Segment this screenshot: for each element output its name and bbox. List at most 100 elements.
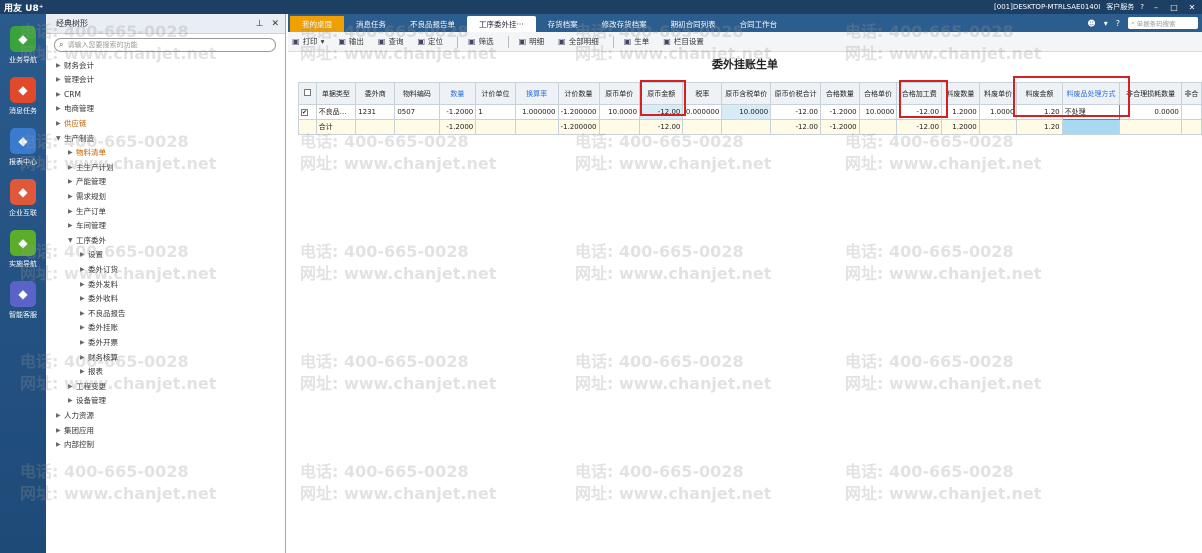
toolbar-button[interactable]: ▣ 打印 ▾ <box>292 36 324 47</box>
tree-node[interactable]: ▶ 设备管理 <box>68 394 106 408</box>
toolbar-button[interactable]: ▣ 生单 <box>624 36 650 47</box>
chevron-right-icon[interactable]: ▶ <box>80 368 88 375</box>
chevron-right-icon[interactable]: ▶ <box>80 251 88 258</box>
help-icon[interactable]: ? <box>1140 3 1144 11</box>
tree-node[interactable]: ▶ 委外订货 <box>80 262 118 276</box>
chevron-right-icon[interactable]: ▶ <box>68 208 76 215</box>
toolbar-button[interactable]: ▣ 明细 <box>519 36 545 47</box>
nav-item[interactable]: ◆ 报表中心 <box>0 124 46 174</box>
chevron-right-icon[interactable]: ▶ <box>56 412 64 419</box>
tree-node[interactable]: ▶ 生产订单 <box>68 204 106 218</box>
toolbar-button[interactable]: ▣ 定位 <box>417 36 443 47</box>
chevron-right-icon[interactable]: ▶ <box>80 295 88 302</box>
chevron-right-icon[interactable]: ▶ <box>80 339 88 346</box>
nav-item[interactable]: ◆ 消息任务 <box>0 73 46 123</box>
tree-node[interactable]: ▶ 管理会计 <box>56 73 94 87</box>
tree-node[interactable]: ▶ 委外收料 <box>80 292 118 306</box>
chevron-right-icon[interactable]: ▶ <box>68 164 76 171</box>
chevron-right-icon[interactable]: ▶ <box>80 310 88 317</box>
chevron-right-icon[interactable]: ▶ <box>68 397 76 404</box>
tree-node[interactable]: ▼ 工序委外 <box>68 233 106 247</box>
toolbar-button[interactable]: ▣ 查询 <box>378 36 404 47</box>
summary-cell <box>298 119 317 135</box>
tree-node[interactable]: ▶ 需求规划 <box>68 189 106 203</box>
tree-node[interactable]: ▶ 人力资源 <box>56 408 94 422</box>
tree-node[interactable]: ▶ 主生产计划 <box>68 160 114 174</box>
user-icon[interactable]: ☻ <box>1087 19 1095 28</box>
pin-icon[interactable]: ⊥ <box>256 19 264 29</box>
nav-item[interactable]: ◆ 实施导航 <box>0 226 46 276</box>
chevron-right-icon[interactable]: ▶ <box>80 281 88 288</box>
tree-node[interactable]: ▶ 内部控制 <box>56 438 94 452</box>
chevron-right-icon[interactable]: ▶ <box>80 266 88 273</box>
minimize-icon[interactable]: – <box>1150 3 1162 12</box>
row-checkbox[interactable]: ✔ <box>298 104 317 120</box>
customer-service-link[interactable]: 客户服务 <box>1106 2 1134 12</box>
checked-checkbox[interactable]: ✔ <box>301 109 308 116</box>
chevron-right-icon[interactable]: ▶ <box>56 427 64 434</box>
select-all-checkbox[interactable] <box>298 82 317 105</box>
maximize-icon[interactable]: □ <box>1168 3 1180 12</box>
help-icon[interactable]: ? <box>1116 19 1120 28</box>
chevron-down-icon[interactable]: ▾ <box>321 37 325 46</box>
tree-node[interactable]: ▶ 财务会计 <box>56 58 94 72</box>
toolbar-button[interactable]: ▣ 输出 <box>338 36 364 47</box>
tab[interactable]: 工序委外挂··· <box>467 16 536 32</box>
table-row[interactable]: ✔ 不良品… 1231 0507 -1.2000 1 1.000000 -1.200000 10… <box>298 104 1202 120</box>
nav-item[interactable]: ◆ 企业互联 <box>0 175 46 225</box>
tab[interactable]: 不良品报告单 <box>398 16 467 32</box>
doc-search-input[interactable]: ⌕ 单据条码搜索 <box>1128 17 1198 29</box>
chevron-down-icon[interactable]: ▼ <box>56 135 64 142</box>
tree-node[interactable]: ▶ 供应链 <box>56 116 87 130</box>
tab[interactable]: 消息任务 <box>344 16 398 32</box>
tree-node[interactable]: ▶ 物料清单 <box>68 146 106 160</box>
tree-node[interactable]: ▶ 工程变更 <box>68 379 106 393</box>
table-cell: 1.000000 <box>514 104 559 120</box>
tree-node-label: 财务核算 <box>88 352 118 362</box>
chevron-right-icon[interactable]: ▶ <box>68 193 76 200</box>
column-header: 料废金额 <box>1016 82 1063 105</box>
close-icon[interactable]: ✕ <box>1186 3 1198 12</box>
toolbar-button[interactable]: ▣ 筛选 <box>468 36 494 47</box>
tree-node[interactable]: ▶ 车间管理 <box>68 219 106 233</box>
tree-node[interactable]: ▶ 财务核算 <box>80 350 118 364</box>
tree-search-input[interactable]: ⌕ 请输入您要搜索的功能 <box>54 38 276 52</box>
scrap-handling-select[interactable]: 不处理 <box>1061 104 1121 120</box>
close-icon[interactable]: ✕ <box>271 19 279 29</box>
tree-node[interactable]: ▶ 委外开票 <box>80 335 118 349</box>
tab[interactable]: 存货档案 <box>536 16 590 32</box>
chevron-right-icon[interactable]: ▶ <box>56 120 64 127</box>
tree-node[interactable]: ▶ 委外发料 <box>80 277 118 291</box>
tree-node[interactable]: ▶ 集团应用 <box>56 423 94 437</box>
chevron-right-icon[interactable]: ▶ <box>68 178 76 185</box>
chevron-right-icon[interactable]: ▶ <box>68 149 76 156</box>
nav-item[interactable]: ◆ 业务导航 <box>0 22 46 72</box>
tree-node[interactable]: ▶ 委外挂账 <box>80 321 118 335</box>
tree-node[interactable]: ▶ 产能管理 <box>68 175 106 189</box>
chevron-right-icon[interactable]: ▶ <box>56 91 64 98</box>
chevron-right-icon[interactable]: ▶ <box>56 76 64 83</box>
tree-node[interactable]: ▶ CRM <box>56 87 81 101</box>
chevron-right-icon[interactable]: ▶ <box>56 441 64 448</box>
checkbox[interactable] <box>303 89 311 96</box>
chevron-right-icon[interactable]: ▶ <box>68 383 76 390</box>
settings-icon[interactable]: ▾ <box>1104 19 1108 28</box>
chevron-right-icon[interactable]: ▶ <box>56 62 64 69</box>
tab[interactable]: 我的桌面 <box>290 16 344 32</box>
toolbar-button[interactable]: ▣ 全部明细 <box>558 36 599 47</box>
tree-node[interactable]: ▶ 不良品报告 <box>80 306 126 320</box>
chevron-down-icon[interactable]: ▼ <box>68 237 76 244</box>
chevron-right-icon[interactable]: ▶ <box>68 222 76 229</box>
nav-item[interactable]: ◆ 智能客服 <box>0 277 46 327</box>
tree-node[interactable]: ▼ 生产制造 <box>56 131 94 145</box>
tab[interactable]: 期初合同列表 <box>659 16 728 32</box>
toolbar-button[interactable]: ▣ 栏目设置 <box>663 36 704 47</box>
chevron-right-icon[interactable]: ▶ <box>56 105 64 112</box>
tab[interactable]: 合同工作台 <box>728 16 790 32</box>
tree-node[interactable]: ▶ 设置 <box>80 248 103 262</box>
tree-node[interactable]: ▶ 电商管理 <box>56 102 94 116</box>
chevron-right-icon[interactable]: ▶ <box>80 324 88 331</box>
tree-node[interactable]: ▶ 报表 <box>80 365 103 379</box>
chevron-right-icon[interactable]: ▶ <box>80 354 88 361</box>
tab[interactable]: 修改存货档案 <box>590 16 659 32</box>
